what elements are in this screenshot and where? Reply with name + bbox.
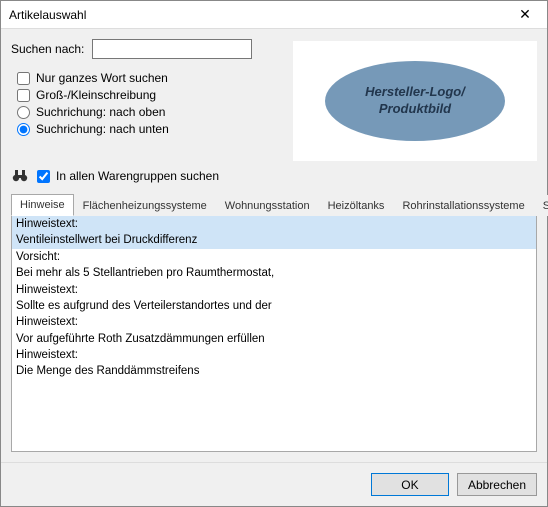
ok-button[interactable]: OK xyxy=(371,473,449,496)
tab-2[interactable]: Wohnungsstation xyxy=(216,195,319,216)
list-row[interactable]: Bei mehr als 5 Stellantrieben pro Raumth… xyxy=(12,265,536,281)
direction-up-label: Suchrichung: nach oben xyxy=(36,105,165,119)
search-column: Suchen nach: Nur ganzes Wort suchen Groß… xyxy=(11,39,281,161)
list-row[interactable]: Vorsicht: xyxy=(12,249,536,265)
direction-up-radio[interactable] xyxy=(17,106,30,119)
cancel-button[interactable]: Abbrechen xyxy=(457,473,537,496)
titlebar: Artikelauswahl ✕ xyxy=(1,1,547,29)
tab-strip: HinweiseFlächenheizungssystemeWohnungsst… xyxy=(11,193,537,216)
case-sensitive-label: Groß-/Kleinschreibung xyxy=(36,88,156,102)
list-row[interactable]: Sollte es aufgrund des Verteilerstandort… xyxy=(12,298,536,314)
tab-5[interactable]: Sola xyxy=(534,195,548,216)
dialog-body: Suchen nach: Nur ganzes Wort suchen Groß… xyxy=(1,29,547,462)
logo-panel: Hersteller-Logo/ Produktbild xyxy=(293,41,537,161)
whole-word-label: Nur ganzes Wort suchen xyxy=(36,71,168,85)
list-row[interactable]: Ventileinstellwert bei Druckdifferenz xyxy=(12,232,536,248)
tab-1[interactable]: Flächenheizungssysteme xyxy=(74,195,216,216)
tab-4[interactable]: Rohrinstallationssysteme xyxy=(393,195,533,216)
list-row[interactable]: Die Menge des Randdämmstreifens xyxy=(12,363,536,379)
all-groups-label: In allen Warengruppen suchen xyxy=(56,169,219,183)
all-groups-checkbox[interactable] xyxy=(37,170,50,183)
list-area[interactable]: Hinweistext:Ventileinstellwert bei Druck… xyxy=(11,216,537,452)
close-icon: ✕ xyxy=(519,6,531,23)
window-title: Artikelauswahl xyxy=(9,8,86,22)
list-row[interactable]: Hinweistext: xyxy=(12,347,536,363)
direction-down-label: Suchrichung: nach unten xyxy=(36,122,169,136)
list-row[interactable]: Hinweistext: xyxy=(12,282,536,298)
close-button[interactable]: ✕ xyxy=(503,1,547,29)
logo-line1: Hersteller-Logo/ xyxy=(365,84,465,99)
logo-placeholder: Hersteller-Logo/ Produktbild xyxy=(325,61,505,141)
direction-down-radio[interactable] xyxy=(17,123,30,136)
tab-0[interactable]: Hinweise xyxy=(11,194,74,216)
footer: OK Abbrechen xyxy=(1,462,547,506)
list-row[interactable]: Vor aufgeführte Roth Zusatzdämmungen erf… xyxy=(12,331,536,347)
list-row[interactable]: Hinweistext: xyxy=(12,216,536,232)
logo-line2: Produktbild xyxy=(379,101,451,116)
case-sensitive-checkbox[interactable] xyxy=(17,89,30,102)
tab-3[interactable]: Heizöltanks xyxy=(319,195,394,216)
list-row[interactable]: Hinweistext: xyxy=(12,314,536,330)
whole-word-checkbox[interactable] xyxy=(17,72,30,85)
search-label: Suchen nach: xyxy=(11,42,84,56)
binoculars-icon xyxy=(11,167,29,185)
search-input[interactable] xyxy=(92,39,252,59)
dialog: Artikelauswahl ✕ Suchen nach: Nur ganzes… xyxy=(0,0,548,507)
